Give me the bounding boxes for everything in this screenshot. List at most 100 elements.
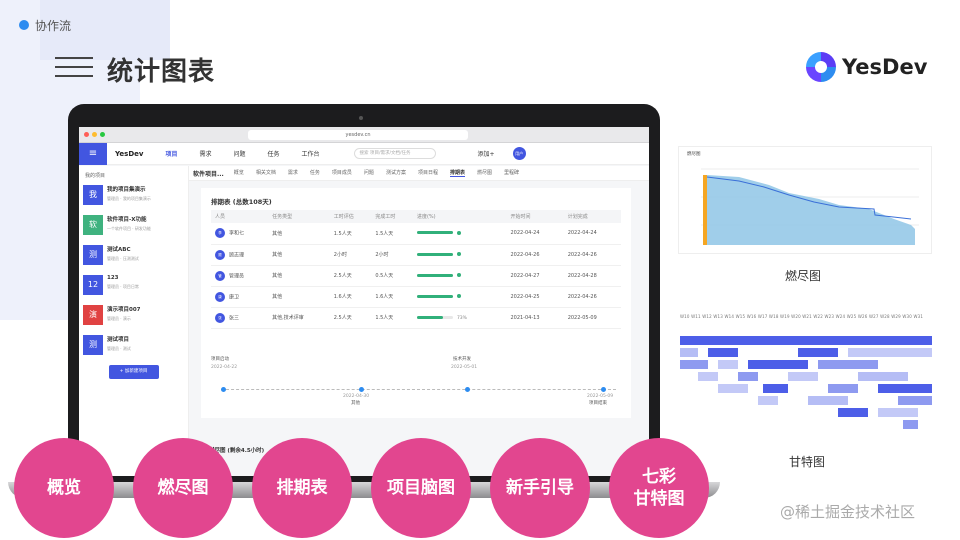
- start-date: 2022-04-25: [506, 286, 564, 308]
- project-tab[interactable]: 概览: [234, 169, 244, 177]
- sidebar-project-item[interactable]: 测测试ABC 管理员 · 压测测试: [83, 245, 184, 267]
- nav-item-issues[interactable]: 问题: [234, 149, 246, 158]
- project-tab[interactable]: 问题: [364, 169, 374, 177]
- task-type: 其他: [268, 223, 330, 245]
- project-name: 测试ABC: [107, 247, 131, 253]
- milestone-timeline: 项目启动 2022-04-22 其他 2022-04-30 技术开发 2022-…: [211, 356, 631, 416]
- table-row[interactable]: 管管理员 其他 2.5人天 0.5人天 2022-04-27 2022-04-28: [211, 265, 621, 287]
- milestone-dot-icon[interactable]: [465, 387, 470, 392]
- sidebar-project-item[interactable]: 软软件项目-X功能 一个软件项目 · 研发功能: [83, 215, 184, 237]
- progress-fill: [416, 231, 453, 235]
- feature-onboarding[interactable]: 新手引导: [490, 438, 590, 538]
- camera-icon: [359, 116, 363, 120]
- table-row[interactable]: 康康卫 其他 1.6人天 1.6人天 2022-04-25 2022-04-26: [211, 286, 621, 308]
- sidebar-project-item[interactable]: 演演示项目007 管理员 · 演示: [83, 305, 184, 327]
- maximize-window-icon[interactable]: [100, 132, 105, 137]
- gantt-caption: 甘特图: [789, 455, 826, 469]
- project-tab[interactable]: 相关文档: [256, 169, 276, 177]
- milestone-date: 2022-05-01: [451, 365, 478, 370]
- estimate: 1.6人天: [329, 286, 372, 308]
- main-nav: 项目 需求 问题 任务 工作台: [165, 149, 341, 158]
- project-tab[interactable]: 需求: [288, 169, 298, 177]
- sidebar-project-item[interactable]: 12 123 管理员 · 项目日常: [83, 275, 184, 297]
- feature-schedule[interactable]: 排期表: [252, 438, 352, 538]
- gantt-bar: [808, 396, 848, 405]
- project-tab[interactable]: 排期表: [449, 169, 465, 177]
- table-row[interactable]: 张张三 其他,技术评审 2.5人天 1.5人天 73% 2021-04-13 2022-05…: [211, 307, 621, 329]
- gantt-bar: [680, 336, 932, 345]
- schedule-table: 人员 任务类型 工时评估 完成工时 进度(%) 开始时间 计划完成 李李和七 其他 1.5人天 1…: [211, 210, 621, 329]
- nav-item-workbench[interactable]: 工作台: [302, 149, 320, 158]
- sidebar-project-item[interactable]: 我我的项目集演示 管理员 · 我的项目集演示: [83, 185, 184, 207]
- project-avatar-icon: 我: [83, 185, 103, 205]
- start-date: 2022-04-27: [506, 265, 564, 287]
- project-desc: 一个软件项目 · 研发功能: [107, 226, 151, 231]
- project-tab[interactable]: 任务: [310, 169, 320, 177]
- table-row[interactable]: 顾顾志理 其他 2小时 2小时 2022-04-26 2022-04-26: [211, 244, 621, 266]
- nav-item-tasks[interactable]: 任务: [268, 149, 280, 158]
- close-window-icon[interactable]: [84, 132, 89, 137]
- milestone-dot-icon[interactable]: [221, 387, 226, 392]
- address-bar[interactable]: yesdev.cn: [248, 129, 468, 140]
- search-input[interactable]: 搜索 项目/需求/文档/任务: [353, 148, 436, 159]
- estimate: 2小时: [329, 244, 372, 266]
- sidebar-project-item[interactable]: 测测试项目 管理员 · 测试: [83, 335, 184, 357]
- app-screen: yesdev.cn ≡ YesDev 项目 需求 问题 任务 工作台 搜索 项目…: [79, 127, 649, 476]
- milestone-dot-icon[interactable]: [601, 387, 606, 392]
- app-header: ≡ YesDev 项目 需求 问题 任务 工作台 搜索 项目/需求/文档/任务 …: [79, 142, 649, 165]
- table-row[interactable]: 李李和七 其他 1.5人天 1.5人天 2022-04-24 2022-04-24: [211, 223, 621, 245]
- project-avatar-icon: 演: [83, 305, 103, 325]
- new-project-button[interactable]: + 加新建项目: [108, 365, 159, 379]
- project-tab[interactable]: 里程碑: [504, 169, 519, 177]
- burndown-caption: 燃尽图: [785, 269, 822, 283]
- minimize-window-icon[interactable]: [92, 132, 97, 137]
- member-avatar: 康: [215, 291, 225, 302]
- gantt-bar: [698, 372, 718, 381]
- progress-done-icon: [456, 230, 461, 235]
- project-desc: 管理员 · 项目日常: [107, 284, 139, 289]
- project-tab[interactable]: 燃尽图: [477, 169, 492, 177]
- timeline-line: [221, 389, 616, 390]
- page-title: 统计图表: [107, 57, 216, 87]
- menu-icon[interactable]: ≡: [79, 142, 107, 165]
- user-avatar[interactable]: 用户: [512, 147, 526, 160]
- milestone-dot-icon[interactable]: [359, 387, 364, 392]
- gantt-bar: [680, 348, 698, 357]
- project-title: 软件项目...: [193, 170, 224, 178]
- remaining-area: [707, 175, 915, 245]
- project-tab[interactable]: 项目成员: [332, 169, 352, 177]
- milestone-label: 项目启动: [211, 357, 229, 362]
- project-name: 测试项目: [107, 337, 130, 343]
- feature-burndown[interactable]: 燃尽图: [133, 438, 233, 538]
- project-tab[interactable]: 项目日程: [418, 169, 438, 177]
- start-date: 2021-04-13: [506, 307, 564, 329]
- progress-fill: [416, 252, 453, 256]
- nav-item-requirements[interactable]: 需求: [199, 149, 211, 158]
- feature-color-gantt[interactable]: 七彩 甘特图: [609, 438, 709, 538]
- task-type: 其他,技术评审: [268, 307, 330, 329]
- milestone-label: 其他: [351, 401, 360, 406]
- gantt-bar: [718, 360, 738, 369]
- gantt-bar: [838, 408, 868, 417]
- project-desc: 管理员 · 我的项目集演示: [107, 196, 151, 201]
- feature-overview[interactable]: 概览: [14, 438, 114, 538]
- gantt-bar: [848, 348, 932, 357]
- app-logo: YesDev: [115, 149, 144, 158]
- burndown-chart: 燃尽图: [678, 146, 932, 254]
- member-name: 康卫: [229, 294, 240, 300]
- sidebar-header[interactable]: 我的项目: [83, 172, 184, 179]
- project-tab[interactable]: 测试方案: [386, 169, 406, 177]
- hamburger-icon: [55, 57, 93, 84]
- done-hours: 1.5人天: [371, 307, 413, 329]
- add-button[interactable]: 添加+: [478, 149, 495, 158]
- gantt-bar: [898, 396, 932, 405]
- progress-cell: [412, 244, 507, 266]
- feature-mindmap[interactable]: 项目脑图: [371, 438, 471, 538]
- nav-item-projects[interactable]: 项目: [165, 149, 177, 158]
- progress-text: 73%: [456, 315, 467, 321]
- schedule-title: 排期表 (总数108天): [211, 198, 272, 206]
- progress-done-icon: [456, 294, 461, 298]
- project-name: 123: [107, 275, 119, 281]
- member-avatar: 管: [215, 270, 225, 281]
- done-hours: 1.6人天: [371, 286, 413, 308]
